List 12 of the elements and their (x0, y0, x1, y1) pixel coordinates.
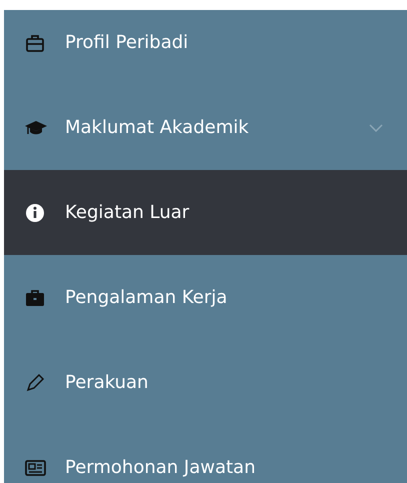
briefcase-outline-icon (25, 32, 47, 52)
sidebar-item[interactable]: Kegiatan Luar (4, 170, 407, 255)
sidebar-item[interactable]: Profil Peribadi (4, 10, 407, 85)
sidebar-item[interactable]: Permohonan Jawatan (4, 425, 407, 483)
sidebar-item[interactable]: Maklumat Akademik (4, 85, 407, 170)
sidebar-item[interactable]: Pengalaman Kerja (4, 255, 407, 340)
newspaper-icon (25, 458, 47, 478)
info-icon (25, 202, 47, 222)
briefcase-icon (25, 288, 47, 308)
chevron-down-icon (369, 124, 383, 132)
sidebar-item[interactable]: Perakuan (4, 340, 407, 425)
pen-icon (25, 372, 47, 392)
